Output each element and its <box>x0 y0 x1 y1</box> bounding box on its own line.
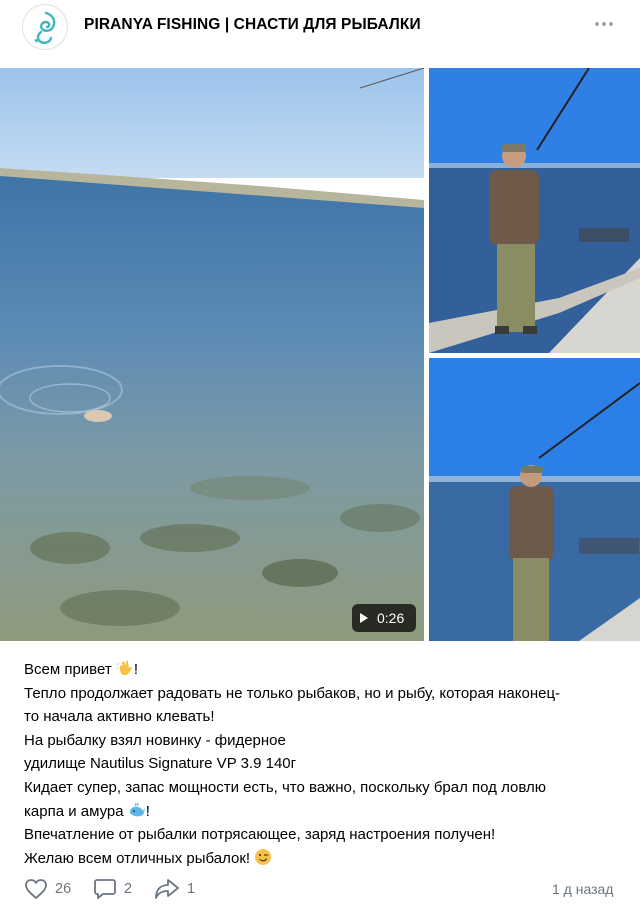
text-line: удилище Nautilus Signature VP 3.9 140г <box>24 755 297 773</box>
angler-image <box>429 68 640 353</box>
text-segment: Всем привет <box>24 661 112 678</box>
post-actions: 26 2 1 1 д назад <box>0 872 640 908</box>
text-line: карпа и амура ! <box>24 800 624 824</box>
text-segment: ! <box>133 661 139 678</box>
play-icon <box>360 613 368 623</box>
comment-icon <box>94 879 116 899</box>
more-button[interactable] <box>592 14 616 34</box>
winking-face-icon <box>255 848 272 865</box>
share-icon <box>155 879 179 899</box>
text-line: Тепло продолжает радовать не только рыба… <box>24 684 561 702</box>
angler-photo-2[interactable] <box>429 358 640 641</box>
share-button[interactable]: 1 <box>154 878 195 900</box>
fish-logo-icon <box>34 11 56 44</box>
video-duration: 0:26 <box>377 610 405 626</box>
post-text: Всем привет ! Тепло продолжает радовать … <box>24 658 624 870</box>
more-dots-icon <box>595 22 613 26</box>
text-segment: ! <box>145 802 150 820</box>
avatar[interactable] <box>22 4 68 50</box>
heart-icon <box>25 879 47 899</box>
text-line: Кидает супер, запас мощности есть, что в… <box>24 778 546 796</box>
angler-photo-1[interactable] <box>429 68 640 353</box>
video-thumbnail[interactable] <box>0 68 424 641</box>
comment-button[interactable]: 2 <box>93 878 132 900</box>
whale-icon <box>129 802 145 816</box>
like-count: 26 <box>55 881 72 897</box>
post-header: PIRANYA FISHING | СНАСТИ ДЛЯ РЫБАЛКИ <box>0 0 640 56</box>
text-segment: Желаю всем отличных рыбалок! <box>24 849 251 867</box>
text-line: Желаю всем отличных рыбалок! <box>24 847 624 871</box>
text-line: Впечатление от рыбалки потрясающее, заря… <box>24 826 496 844</box>
text-line: На рыбалку взял новинку - фидерное <box>24 731 286 749</box>
text-line: то начала активно клевать! <box>24 708 215 726</box>
author-name[interactable]: PIRANYA FISHING | СНАСТИ ДЛЯ РЫБАЛКИ <box>84 16 421 34</box>
comment-count: 2 <box>124 881 133 897</box>
video-duration-badge[interactable]: 0:26 <box>352 604 416 632</box>
media-grid <box>0 68 640 641</box>
lake-water-image <box>0 68 424 641</box>
post-timestamp[interactable]: 1 д назад <box>552 881 613 897</box>
angler-image <box>429 358 640 641</box>
share-count: 1 <box>187 881 196 897</box>
text-line: Всем привет ! <box>24 658 624 682</box>
text-segment: карпа и амура <box>24 802 124 820</box>
like-button[interactable]: 26 <box>24 878 71 900</box>
waving-hand-icon <box>115 660 132 676</box>
